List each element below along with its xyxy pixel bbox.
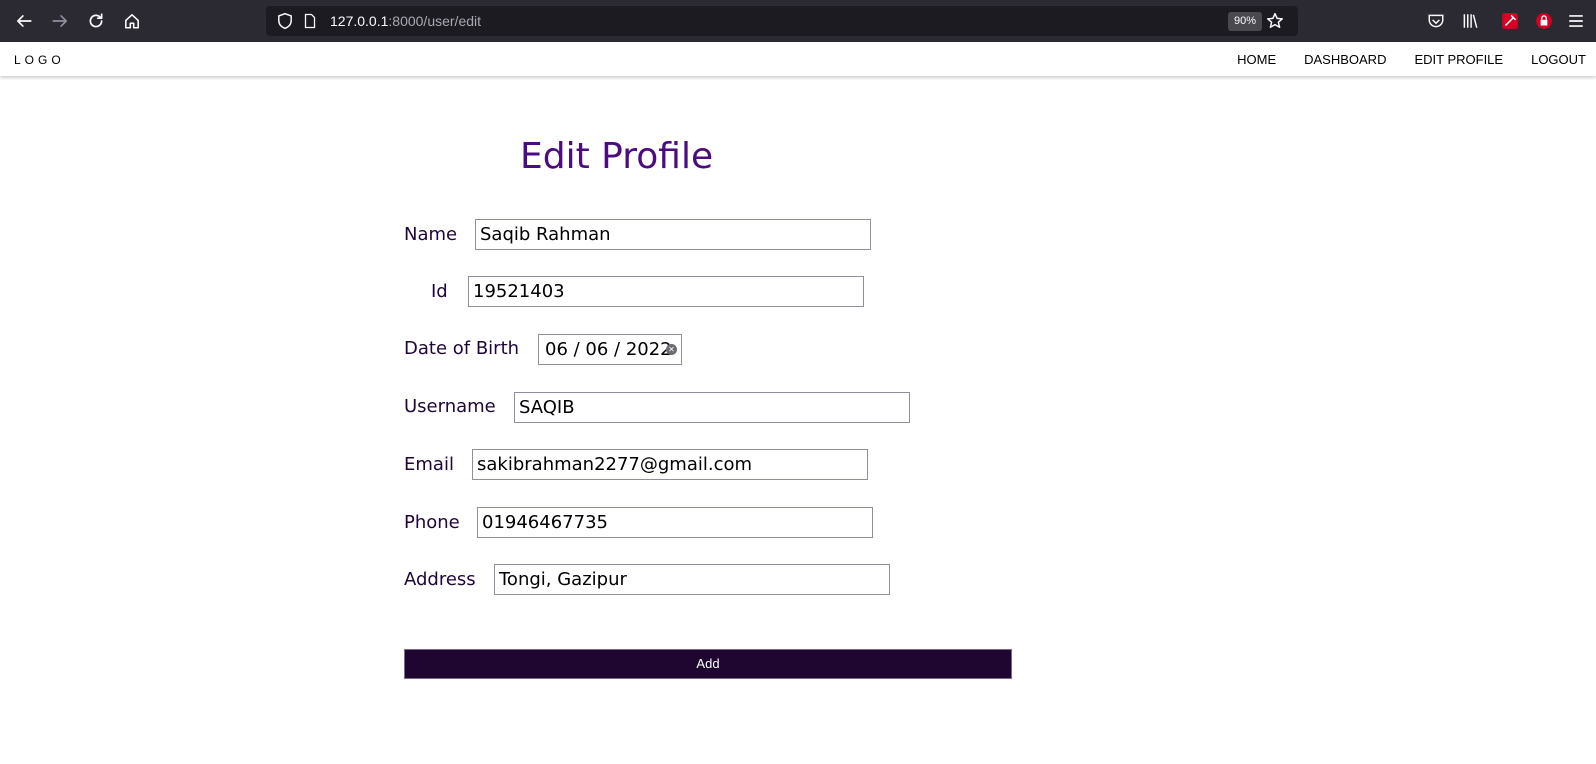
username-label: Username	[404, 396, 496, 417]
nav-links: HOME DASHBOARD EDIT PROFILE LOGOUT	[1209, 52, 1586, 67]
zoom-level-badge[interactable]: 90%	[1228, 12, 1263, 31]
dob-value: 06 / 06 / 2022	[545, 339, 672, 360]
pocket-icon[interactable]	[1426, 11, 1446, 31]
email-input[interactable]: sakibrahman2277@gmail.com	[472, 449, 868, 480]
menu-icon[interactable]	[1566, 11, 1586, 31]
reload-icon[interactable]	[84, 9, 108, 33]
nav-home-link[interactable]: HOME	[1237, 52, 1276, 67]
email-label: Email	[404, 454, 454, 475]
home-icon[interactable]	[120, 9, 144, 33]
url-path: :8000/user/edit	[388, 13, 482, 29]
address-input[interactable]: Tongi, Gazipur	[494, 564, 890, 595]
id-input[interactable]: 19521403	[468, 276, 864, 307]
nav-edit-profile-link[interactable]: EDIT PROFILE	[1414, 52, 1503, 67]
forward-icon[interactable]	[48, 9, 72, 33]
phone-label: Phone	[404, 512, 460, 533]
dob-input[interactable]: 06 / 06 / 2022 ✕	[538, 334, 682, 365]
id-label: Id	[431, 281, 448, 302]
nav-logout-link[interactable]: LOGOUT	[1531, 52, 1586, 67]
add-button[interactable]: Add	[404, 649, 1012, 679]
name-label: Name	[404, 224, 458, 245]
page-icon	[304, 13, 316, 29]
bookmark-star-icon[interactable]	[1266, 12, 1284, 30]
site-logo[interactable]: LOGO	[14, 53, 65, 67]
url-host: 127.0.0.1	[330, 13, 389, 29]
extension-red-icon[interactable]	[1500, 11, 1520, 31]
url-text[interactable]: 127.0.0.1:8000/user/edit	[330, 13, 481, 29]
username-input[interactable]: SAQIB	[514, 392, 910, 423]
nav-dashboard-link[interactable]: DASHBOARD	[1304, 52, 1386, 67]
page-title: Edit Profile	[520, 136, 714, 177]
dob-label: Date of Birth	[404, 338, 520, 359]
site-navbar: LOGO HOME DASHBOARD EDIT PROFILE LOGOUT	[0, 42, 1596, 76]
back-icon[interactable]	[12, 9, 36, 33]
shield-icon[interactable]	[276, 12, 294, 30]
phone-input[interactable]: 01946467735	[477, 507, 873, 538]
name-input[interactable]: Saqib Rahman	[475, 219, 871, 250]
address-label: Address	[404, 569, 476, 590]
library-icon[interactable]	[1460, 11, 1480, 31]
url-bar[interactable]: 127.0.0.1:8000/user/edit 90%	[266, 6, 1298, 36]
lock-extension-icon[interactable]	[1534, 11, 1554, 31]
clear-date-icon[interactable]: ✕	[666, 344, 677, 355]
browser-toolbar: 127.0.0.1:8000/user/edit 90%	[0, 0, 1596, 42]
